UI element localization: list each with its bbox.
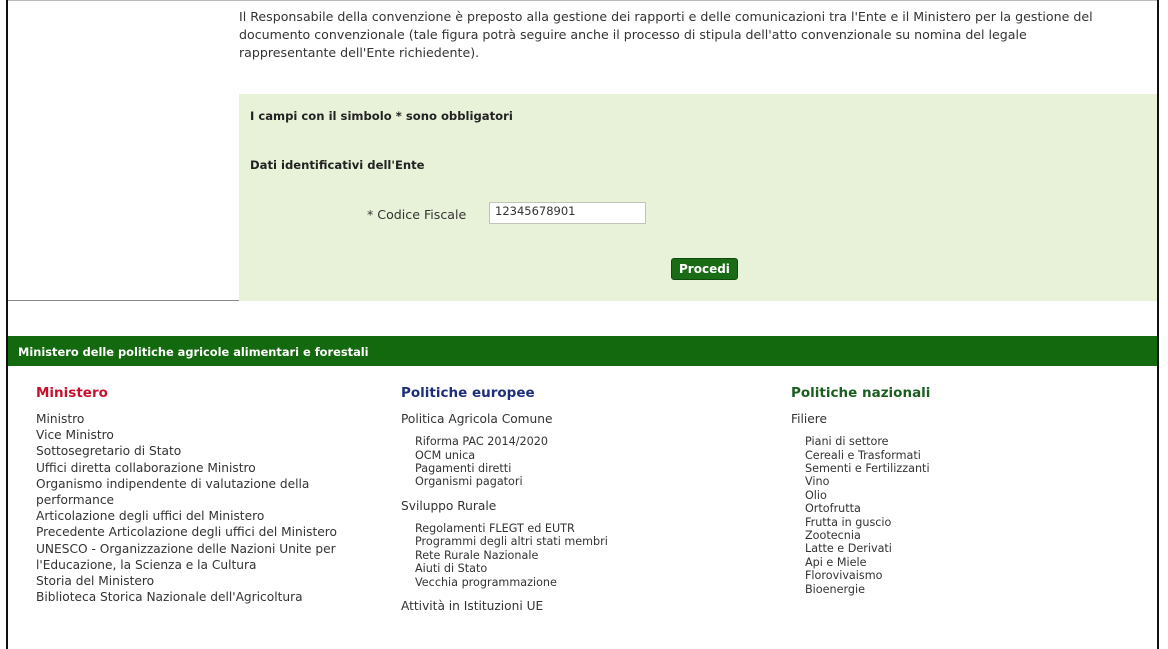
footer-sublink[interactable]: Bioenergie [791, 583, 1121, 596]
footer-sublink[interactable]: Riforma PAC 2014/2020 [401, 435, 731, 448]
footer-sublink[interactable]: Sementi e Fertilizzanti [791, 462, 1121, 475]
footer-title-bar: Ministero delle politiche agricole alime… [8, 336, 1157, 366]
footer-link[interactable]: Organismo indipendente di valutazione de… [36, 476, 381, 508]
footer-column-politiche-nazionali: Politiche nazionali Filiere Piani di set… [791, 385, 1121, 605]
footer-sublink[interactable]: Pagamenti diretti [401, 462, 731, 475]
codice-fiscale-label: * Codice Fiscale [367, 207, 467, 222]
top-divider [8, 0, 1157, 1]
footer-sublink[interactable]: Api e Miele [791, 556, 1121, 569]
footer-link[interactable]: Sottosegretario di Stato [36, 443, 381, 459]
footer-sublink[interactable]: Cereali e Trasformati [791, 449, 1121, 462]
footer-link[interactable]: Precedente Articolazione degli uffici de… [36, 524, 381, 540]
footer-link[interactable]: Ministro [36, 411, 381, 427]
footer-link[interactable]: Storia del Ministero [36, 573, 381, 589]
footer-sublink[interactable]: OCM unica [401, 449, 731, 462]
footer-link[interactable]: Uffici diretta collaborazione Ministro [36, 460, 381, 476]
footer-link[interactable]: Articolazione degli uffici del Ministero [36, 508, 381, 524]
footer-sublink[interactable]: Olio [791, 489, 1121, 502]
footer-sublink[interactable]: Zootecnia [791, 529, 1121, 542]
codice-fiscale-input[interactable] [489, 202, 646, 224]
footer-sublink[interactable]: Aiuti di Stato [401, 562, 731, 575]
footer-group-link[interactable]: Politica Agricola Comune [401, 411, 731, 427]
footer-sublist: Piani di settore Cereali e Trasformati S… [791, 435, 1121, 596]
footer-sublink[interactable]: Rete Rurale Nazionale [401, 549, 731, 562]
footer-sublink[interactable]: Vecchia programmazione [401, 576, 731, 589]
footer-column-politiche-europee: Politiche europee Politica Agricola Comu… [401, 385, 731, 622]
footer-sublink[interactable]: Vino [791, 475, 1121, 488]
page-frame: Il Responsabile della convenzione è prep… [6, 0, 1159, 649]
required-fields-note: I campi con il simbolo * sono obbligator… [250, 109, 513, 123]
footer-heading-politiche-nazionali[interactable]: Politiche nazionali [791, 385, 1121, 401]
footer-sublink[interactable]: Florovivaismo [791, 569, 1121, 582]
footer-sublink[interactable]: Ortofrutta [791, 502, 1121, 515]
footer-sublink[interactable]: Organismi pagatori [401, 475, 731, 488]
footer-group-link[interactable]: Filiere [791, 411, 1121, 427]
divider [8, 300, 239, 301]
codice-fiscale-form: I campi con il simbolo * sono obbligator… [239, 94, 1157, 301]
footer-group-link[interactable]: Attività in Istituzioni UE [401, 598, 731, 614]
footer-column-ministero: Ministero Ministro Vice Ministro Sottose… [36, 385, 381, 605]
footer-sublink[interactable]: Latte e Derivati [791, 542, 1121, 555]
footer-link[interactable]: UNESCO - Organizzazione delle Nazioni Un… [36, 541, 381, 573]
footer-sublist: Riforma PAC 2014/2020 OCM unica Pagament… [401, 435, 731, 489]
procedi-button[interactable]: Procedi [671, 258, 738, 280]
intro-paragraph: Il Responsabile della convenzione è prep… [239, 9, 1093, 60]
footer-sublink[interactable]: Regolamenti FLEGT ed EUTR [401, 522, 731, 535]
footer-link[interactable]: Vice Ministro [36, 427, 381, 443]
footer-sublist: Regolamenti FLEGT ed EUTR Programmi degl… [401, 522, 731, 589]
footer-heading-politiche-europee[interactable]: Politiche europee [401, 385, 731, 401]
footer-link[interactable]: Biblioteca Storica Nazionale dell'Agrico… [36, 589, 381, 605]
footer-sublink[interactable]: Programmi degli altri stati membri [401, 535, 731, 548]
footer-sublink[interactable]: Piani di settore [791, 435, 1121, 448]
footer-heading-ministero[interactable]: Ministero [36, 385, 381, 401]
footer-group-link[interactable]: Sviluppo Rurale [401, 498, 731, 514]
footer-sublink[interactable]: Frutta in guscio [791, 516, 1121, 529]
section-title: Dati identificativi dell'Ente [250, 158, 425, 172]
